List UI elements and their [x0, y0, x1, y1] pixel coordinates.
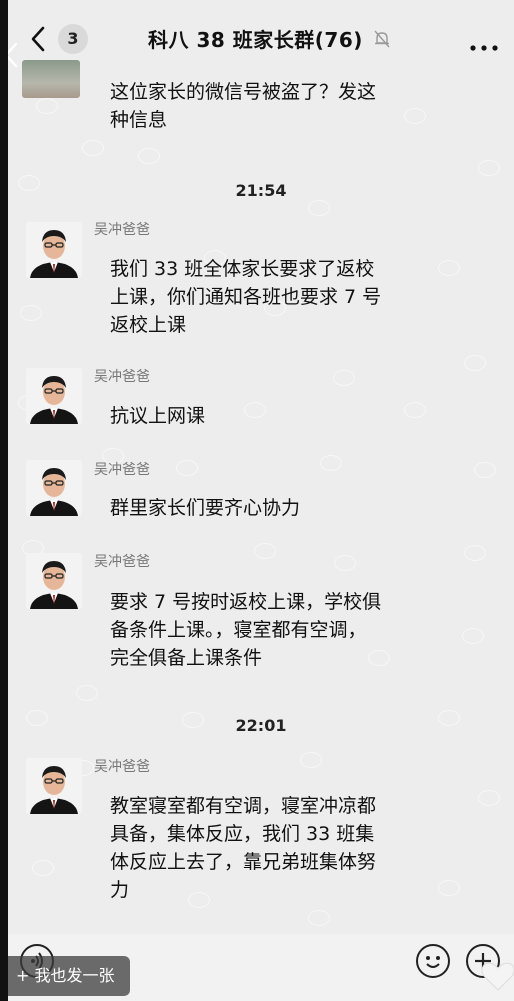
message-text-line: 体反应上去了，靠兄弟班集体努: [110, 851, 377, 873]
message-text-line: 这位家长的微信号被盗了？发这: [110, 81, 377, 103]
message-text-line: 力: [110, 879, 130, 901]
sender-name: 吴冲爸爸: [94, 759, 150, 775]
message-text-line: 种信息: [110, 109, 168, 131]
heart-icon[interactable]: [478, 956, 514, 996]
message-text-line: 备条件上课。，寝室都有空调，: [110, 619, 367, 641]
sender-name: 吴冲爸爸: [94, 554, 150, 570]
message-text-line: 教室寝室都有空调，寝室冲凉都: [110, 795, 377, 817]
chevron-left-icon[interactable]: [30, 26, 46, 52]
message-text-line: 完全俱备上课条件: [110, 647, 263, 669]
chat-header: 3 科八 38 班家长群(76): [8, 0, 514, 72]
screen-edge: [0, 0, 8, 1001]
sender-name: 吴冲爸爸: [94, 369, 150, 385]
message-text-line: 我们 33 班全体家长要求了返校: [110, 258, 375, 280]
sender-name: 吴冲爸爸: [94, 462, 150, 478]
message-text-line: 要求 7 号按时返校上课，学校俱: [110, 591, 382, 613]
emoji-icon[interactable]: [416, 944, 450, 978]
message-text-line: 上课，你们通知各班也要求 7 号: [110, 286, 382, 308]
message-text-line: 返校上课: [110, 314, 187, 336]
avatar[interactable]: [26, 222, 82, 278]
avatar-man-icon: [26, 222, 82, 278]
share-button[interactable]: + 我也发一张: [8, 956, 130, 996]
timestamp: 22:01: [235, 716, 287, 735]
avatar[interactable]: [26, 368, 82, 424]
message-bubble[interactable]: 群里家长们要齐心协力: [110, 494, 300, 522]
bell-muted-icon: [374, 30, 390, 48]
chat-title: 科八 38 班家长群(76): [148, 28, 363, 52]
timestamp: 21:54: [235, 181, 287, 200]
avatar[interactable]: [26, 553, 82, 609]
unread-count-badge[interactable]: 3: [58, 24, 88, 54]
sender-name: 吴冲爸爸: [94, 222, 150, 238]
avatar-man-icon: [26, 553, 82, 609]
avatar[interactable]: [26, 460, 82, 516]
avatar-man-icon: [26, 758, 82, 814]
avatar[interactable]: [22, 60, 80, 98]
more-dots-icon[interactable]: [470, 36, 498, 51]
chat-screen: 3 科八 38 班家长群(76) 这位家长的微信号被盗了？发这 种信息 21:5…: [8, 0, 514, 1001]
swipe-back-chevron-icon: [8, 40, 20, 70]
avatar-man-icon: [26, 368, 82, 424]
avatar[interactable]: [26, 758, 82, 814]
message-text-line: 具备，集体反应，我们 33 班集: [110, 823, 375, 845]
message-bubble[interactable]: 抗议上网课: [110, 402, 205, 430]
avatar-man-icon: [26, 460, 82, 516]
